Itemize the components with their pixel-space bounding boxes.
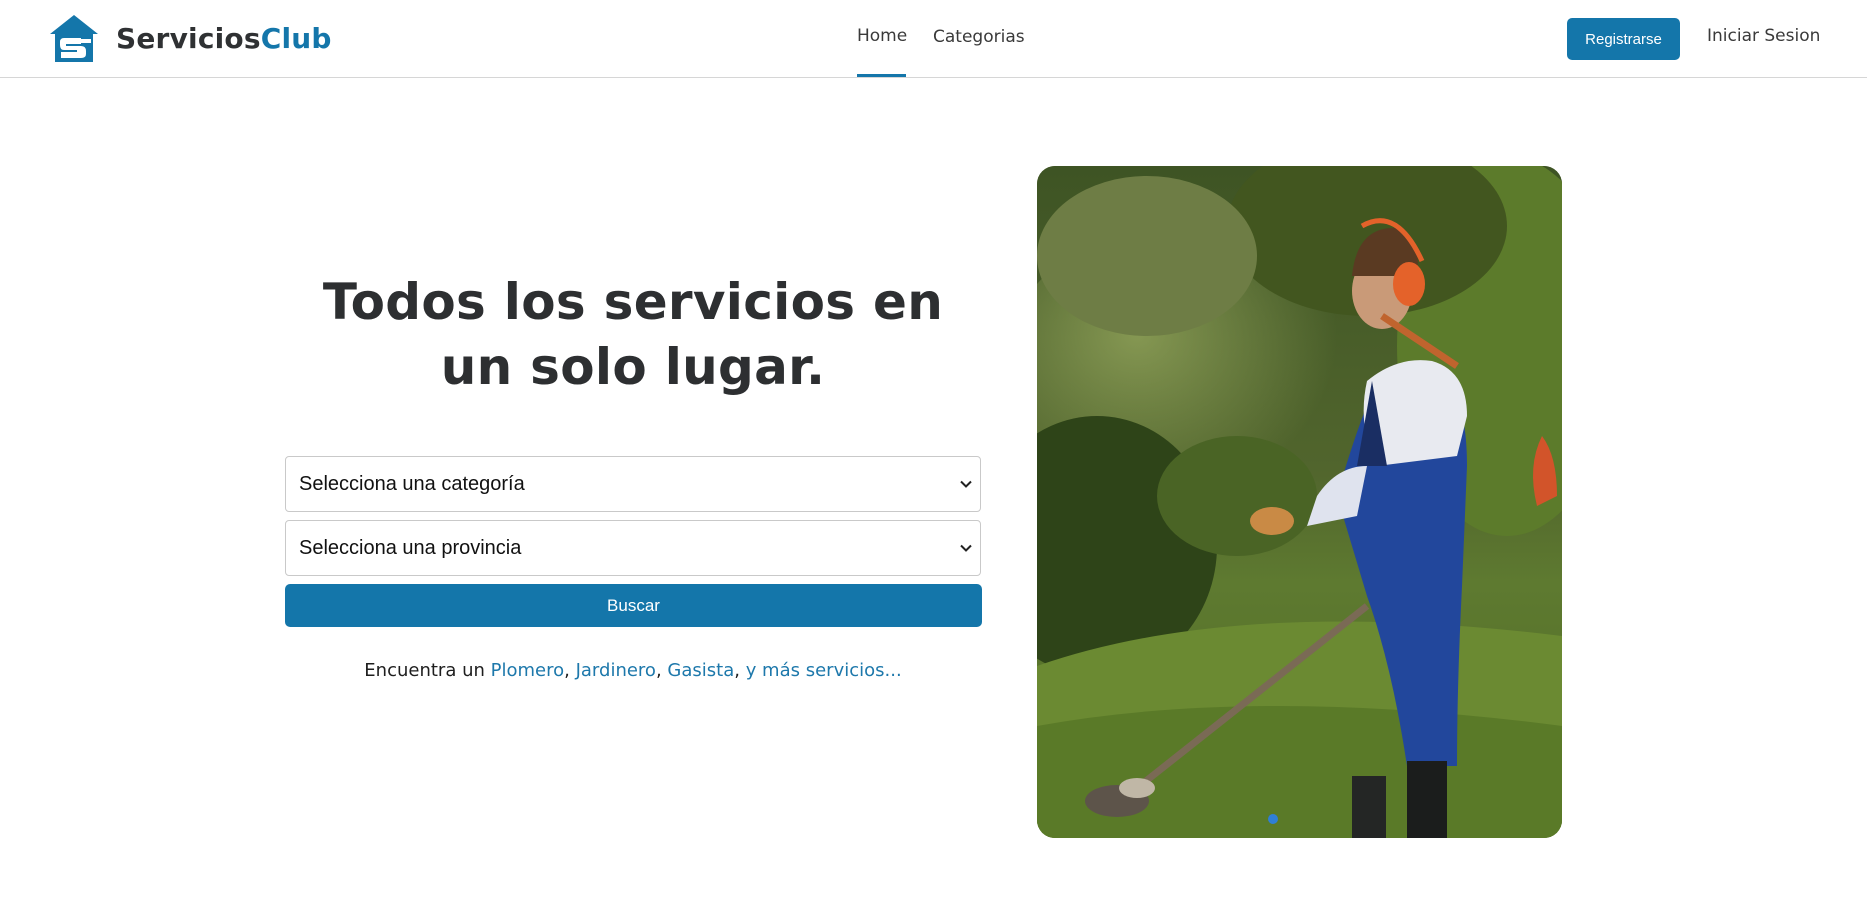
category-select-value: Selecciona una categoría [299,472,525,495]
link-gasista[interactable]: Gasista [667,660,734,681]
brand-logo[interactable]: ServiciosClub [48,14,332,64]
find-prefix: Encuentra un [364,660,485,681]
nav-home[interactable]: Home [857,26,907,46]
province-select-value: Selecciona una provincia [299,536,522,559]
site-header: ServiciosClub Home Categorias Registrars… [0,0,1867,78]
link-plomero[interactable]: Plomero [491,660,565,681]
search-button[interactable]: Buscar [285,584,982,627]
register-button[interactable]: Registrarse [1567,18,1680,60]
link-more-services[interactable]: y más servicios... [746,660,902,681]
brand-name-part2: Club [260,22,332,55]
gardener-photo [1037,166,1562,838]
province-select[interactable]: Selecciona una provincia [285,520,981,576]
nav-categories[interactable]: Categorias [933,27,1025,47]
brand-name: ServiciosClub [116,25,332,53]
find-services-text: Encuentra un Plomero, Jardinero, Gasista… [364,660,902,681]
category-select[interactable]: Selecciona una categoría [285,456,981,512]
brand-name-part1: Servicios [116,22,261,55]
link-jardinero[interactable]: Jardinero [576,660,656,681]
chevron-down-icon [960,544,972,552]
carousel-indicator-dot[interactable] [1268,814,1278,824]
nav-active-indicator [857,74,906,77]
login-link[interactable]: Iniciar Sesion [1707,26,1820,46]
house-logo-icon [48,14,100,64]
chevron-down-icon [960,480,972,488]
hero-carousel-image [1037,166,1562,838]
hero-title: Todos los servicios en un solo lugar. [322,273,944,396]
